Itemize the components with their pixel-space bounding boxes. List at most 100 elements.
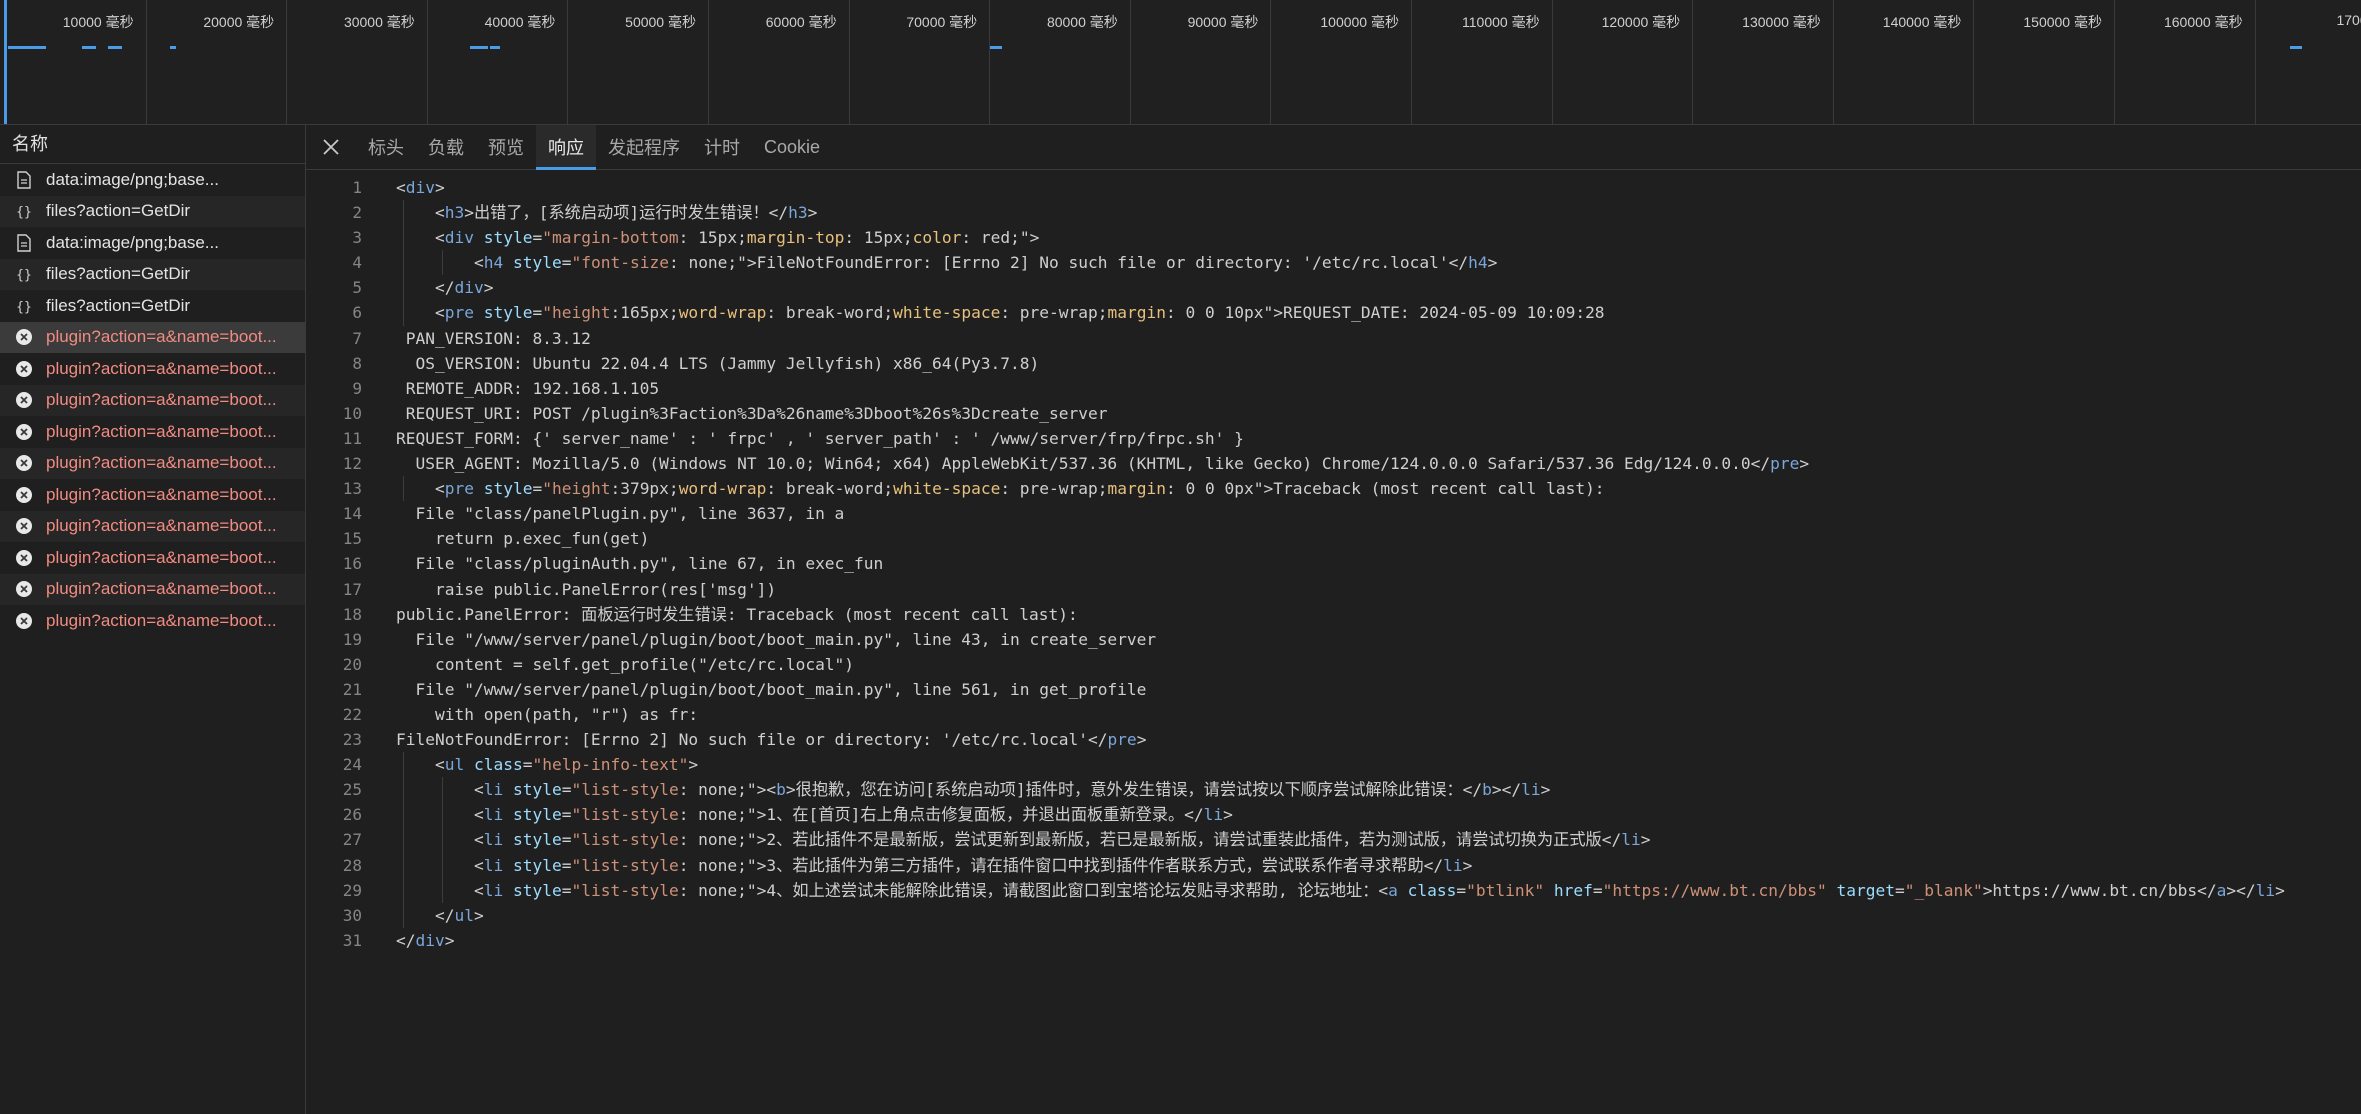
line-number: 29: [342, 880, 362, 900]
code-token: style: [513, 805, 562, 825]
request-row[interactable]: plugin?action=a&name=boot...: [0, 542, 305, 574]
line-number: 27: [342, 830, 362, 850]
request-row[interactable]: plugin?action=a&name=boot...: [0, 321, 305, 353]
code-token: File "/www/server/panel/plugin/boot/boot…: [396, 679, 1147, 699]
network-timeline[interactable]: 10000 毫秒 20000 毫秒 30000 毫秒 40000 毫秒 50000 毫秒…: [0, 0, 2361, 125]
line-number: 8: [352, 353, 362, 373]
code-token: REQUEST_FORM: {' server_name' : ' frpc' …: [396, 428, 1244, 448]
request-row[interactable]: data:image/png;base...: [0, 227, 305, 259]
request-row[interactable]: plugin?action=a&name=boot...: [0, 573, 305, 605]
request-name: files?action=GetDir: [46, 201, 191, 221]
request-row[interactable]: plugin?action=a&name=boot...: [0, 353, 305, 385]
request-row[interactable]: plugin?action=a&name=boot...: [0, 447, 305, 479]
line-number: 3: [352, 228, 362, 248]
indent-guide: [403, 200, 404, 226]
code-line: 10 REQUEST_URI: POST /plugin%3Faction%3D…: [306, 401, 2361, 426]
code-token: >: [483, 278, 494, 298]
code-line: 15 return p.exec_fun(get): [306, 526, 2361, 551]
code-token: div: [454, 278, 484, 298]
code-token: : 0 0 10px">REQUEST_DATE: 2024-05-09 10:…: [1166, 303, 1605, 323]
request-row[interactable]: {} files?action=GetDir: [0, 290, 305, 322]
tab-4[interactable]: 发起程序: [596, 125, 692, 169]
timeline-tick-label: 150000 毫秒: [2023, 14, 2102, 30]
tab-6[interactable]: Cookie: [752, 125, 832, 169]
line-number: 23: [342, 730, 362, 750]
timeline-tick: 10000 毫秒: [6, 0, 147, 124]
timeline-tick: 30000 毫秒: [287, 0, 428, 124]
request-row[interactable]: data:image/png;base...: [0, 164, 305, 196]
timeline-request-mark: [990, 46, 1002, 49]
request-row[interactable]: {} files?action=GetDir: [0, 258, 305, 290]
code-text: <pre style="height:379px;word-wrap: brea…: [435, 476, 1605, 501]
code-token: >https://www.bt.cn/bbs</: [1982, 880, 2217, 900]
code-text: </div>: [435, 275, 494, 300]
request-row[interactable]: plugin?action=a&name=boot...: [0, 479, 305, 511]
request-name: data:image/png;base...: [46, 169, 219, 189]
code-token: li: [483, 805, 513, 825]
code-token: word-wrap: [678, 479, 767, 499]
code-line: 17 raise public.PanelError(res['msg']): [306, 577, 2361, 602]
indent-guide: [403, 852, 404, 878]
request-name: plugin?action=a&name=boot...: [46, 547, 277, 567]
code-token: <: [474, 830, 484, 850]
code-token: OS_VERSION: Ubuntu 22.04.4 LTS (Jammy Je…: [396, 353, 1040, 373]
line-number: 14: [342, 504, 362, 524]
code-text: <div style="margin-bottom: 15px;margin-t…: [435, 225, 1039, 250]
tab-5[interactable]: 计时: [692, 125, 752, 169]
code-line: 1 <div>: [306, 175, 2361, 200]
code-text: <div>: [396, 175, 445, 200]
code-text: USER_AGENT: Mozilla/5.0 (Windows NT 10.0…: [396, 451, 1809, 476]
request-row[interactable]: plugin?action=a&name=boot...: [0, 510, 305, 542]
code-line: 30 </ul>: [306, 902, 2361, 928]
tab-3[interactable]: 响应: [536, 125, 596, 170]
request-row[interactable]: plugin?action=a&name=boot...: [0, 416, 305, 448]
document-icon: [14, 233, 34, 253]
timeline-tick: 70000 毫秒: [850, 0, 991, 124]
indent-guide: [403, 827, 404, 853]
request-row[interactable]: plugin?action=a&name=boot...: [0, 384, 305, 416]
timeline-tick-label: 110000 毫秒: [1462, 14, 1540, 30]
request-row[interactable]: plugin?action=a&name=boot...: [0, 605, 305, 637]
request-rows: data:image/png;base... {} files?action=Get…: [0, 164, 305, 637]
timeline-request-mark: [108, 46, 122, 49]
code-token: : none;">1、在[首页]右上角点击修复面板，并退出面板重新登录。</: [678, 805, 1204, 825]
svg-text:{}: {}: [16, 205, 32, 219]
code-text: <li style="list-style: none;"><b>很抱歉，您在访…: [474, 777, 1550, 802]
code-token: <: [474, 253, 484, 273]
request-name: files?action=GetDir: [46, 295, 191, 315]
timeline-tick: 110000 毫秒: [1412, 0, 1553, 124]
response-code-view[interactable]: 1 <div> 2 <h3>出错了，[系统启动项]运行时发生错误！</h3> 3 <div…: [306, 175, 2361, 1114]
line-number: 31: [342, 930, 362, 950]
timeline-tick-label: 160000 毫秒: [2163, 14, 2243, 30]
code-token: >: [1462, 855, 1473, 875]
line-number: 9: [352, 378, 362, 398]
timeline-request-mark: [82, 46, 96, 49]
indent-guide: [403, 902, 404, 928]
code-token: b: [1482, 780, 1492, 800]
indent-guide: [403, 250, 404, 276]
code-token: <: [474, 855, 484, 875]
json-braces-icon: {}: [14, 201, 34, 221]
code-token: content = self.get_profile("/etc/rc.loca…: [396, 654, 855, 674]
tab-1[interactable]: 负载: [416, 125, 476, 169]
code-token: >: [2275, 880, 2285, 900]
code-line: 5 </div>: [306, 275, 2361, 301]
timeline-tick-label: 80000 毫秒: [1046, 14, 1118, 30]
close-details-button[interactable]: [306, 125, 356, 169]
request-row[interactable]: {} files?action=GetDir: [0, 195, 305, 227]
line-number: 13: [342, 479, 362, 499]
timeline-tick-label: 140000 毫秒: [1882, 14, 1962, 30]
code-token: h3: [788, 203, 808, 223]
code-text: with open(path, "r") as fr:: [396, 702, 698, 727]
code-token: li: [2255, 880, 2276, 900]
request-list-header[interactable]: 名称: [0, 125, 305, 164]
timeline-tick: 20000 毫秒: [147, 0, 288, 124]
code-text: PAN_VERSION: 8.3.12: [396, 326, 591, 351]
code-token: <: [435, 755, 445, 775]
line-number: 7: [352, 328, 362, 348]
code-token: "list-style: [571, 830, 679, 850]
tab-2[interactable]: 预览: [476, 125, 536, 169]
request-name: plugin?action=a&name=boot...: [46, 421, 277, 441]
tab-0[interactable]: 标头: [356, 125, 416, 169]
line-number: 20: [342, 654, 362, 674]
